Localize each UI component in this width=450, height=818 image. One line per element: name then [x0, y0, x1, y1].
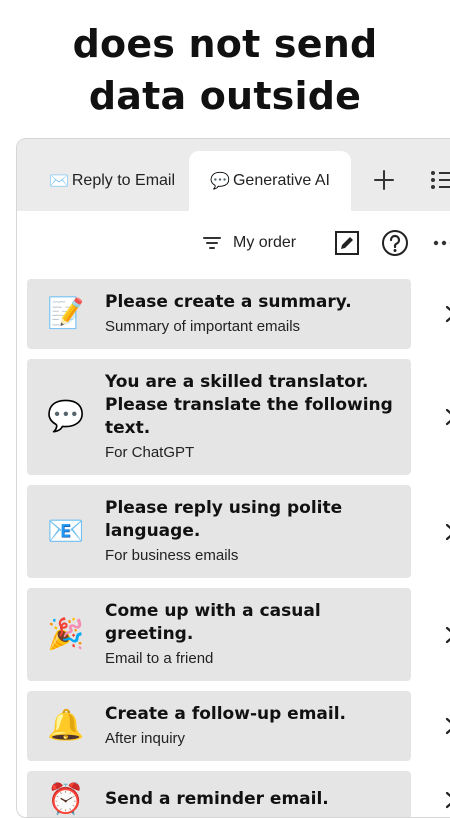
prompt-card[interactable]: 💬 You are a skilled translator. Please t…: [27, 359, 411, 475]
more-icon: [431, 229, 450, 257]
tab-bar: ✉️ Reply to Email 💬 Generative AI: [17, 139, 450, 211]
chevron-right-icon[interactable]: [445, 523, 450, 541]
tab-label: Generative AI: [233, 172, 330, 190]
edit-icon: [333, 229, 361, 257]
app-window: ✉️ Reply to Email 💬 Generative AI: [16, 138, 450, 818]
chevron-right-icon[interactable]: [445, 626, 450, 644]
prompt-card[interactable]: 🔔 Create a follow-up email. After inquir…: [27, 691, 411, 761]
alarm-clock-icon: ⏰: [27, 783, 105, 817]
prompt-title: Please create a summary.: [105, 291, 399, 314]
headline-line-1: does not send: [0, 18, 450, 70]
headline: does not send data outside: [0, 18, 450, 122]
tab-reply-to-email[interactable]: ✉️ Reply to Email: [27, 151, 197, 211]
prompt-subtitle: For business emails: [105, 545, 399, 566]
prompt-title: Please reply using polite language.: [105, 497, 399, 543]
tab-label: Reply to Email: [72, 172, 175, 190]
party-popper-icon: 🎉: [27, 618, 105, 652]
add-tab-button[interactable]: [369, 165, 399, 195]
envelope-icon: ✉️: [49, 171, 69, 191]
prompt-title: You are a skilled translator. Please tra…: [105, 371, 399, 440]
chevron-right-icon[interactable]: [445, 717, 450, 735]
prompt-item[interactable]: 🎉 Come up with a casual greeting. Email …: [27, 588, 450, 681]
prompt-card[interactable]: 📧 Please reply using polite language. Fo…: [27, 485, 411, 578]
prompt-subtitle: After inquiry: [105, 728, 399, 749]
toolbar: My order: [17, 225, 450, 261]
prompt-subtitle: Summary of important emails: [105, 316, 399, 337]
prompt-item[interactable]: 📝 Please create a summary. Summary of im…: [27, 279, 450, 349]
speech-bubble-icon: 💬: [27, 400, 105, 434]
memo-icon: 📝: [27, 297, 105, 331]
tab-generative-ai[interactable]: 💬 Generative AI: [189, 151, 351, 211]
speech-bubble-icon: 💬: [210, 171, 230, 191]
email-icon: 📧: [27, 515, 105, 549]
plus-icon: [374, 170, 394, 190]
prompt-item[interactable]: 🔔 Create a follow-up email. After inquir…: [27, 691, 450, 761]
prompt-title: Send a reminder email.: [105, 788, 399, 811]
edit-button[interactable]: [333, 229, 361, 257]
sort-label: My order: [233, 234, 296, 252]
prompt-card[interactable]: 📝 Please create a summary. Summary of im…: [27, 279, 411, 349]
prompt-item[interactable]: 💬 You are a skilled translator. Please t…: [27, 359, 450, 475]
list-menu-button[interactable]: [427, 165, 450, 195]
prompt-item[interactable]: ⏰ Send a reminder email.: [27, 771, 450, 818]
more-options-button[interactable]: [431, 229, 450, 257]
list-icon: [427, 165, 450, 195]
help-icon: [381, 229, 409, 257]
prompt-subtitle: Email to a friend: [105, 648, 399, 669]
prompt-title: Come up with a casual greeting.: [105, 600, 399, 646]
chevron-right-icon[interactable]: [445, 791, 450, 809]
chevron-right-icon[interactable]: [445, 408, 450, 426]
sort-order-button[interactable]: My order: [203, 225, 296, 261]
prompt-title: Create a follow-up email.: [105, 703, 399, 726]
bell-icon: 🔔: [27, 709, 105, 743]
headline-line-2: data outside: [0, 70, 450, 122]
prompt-item[interactable]: 📧 Please reply using polite language. Fo…: [27, 485, 450, 578]
prompt-list: 📝 Please create a summary. Summary of im…: [27, 279, 450, 818]
prompt-card[interactable]: 🎉 Come up with a casual greeting. Email …: [27, 588, 411, 681]
prompt-card[interactable]: ⏰ Send a reminder email.: [27, 771, 411, 818]
help-button[interactable]: [381, 229, 409, 257]
prompt-subtitle: For ChatGPT: [105, 442, 399, 463]
chevron-right-icon[interactable]: [445, 305, 450, 323]
sort-icon: [203, 236, 221, 250]
